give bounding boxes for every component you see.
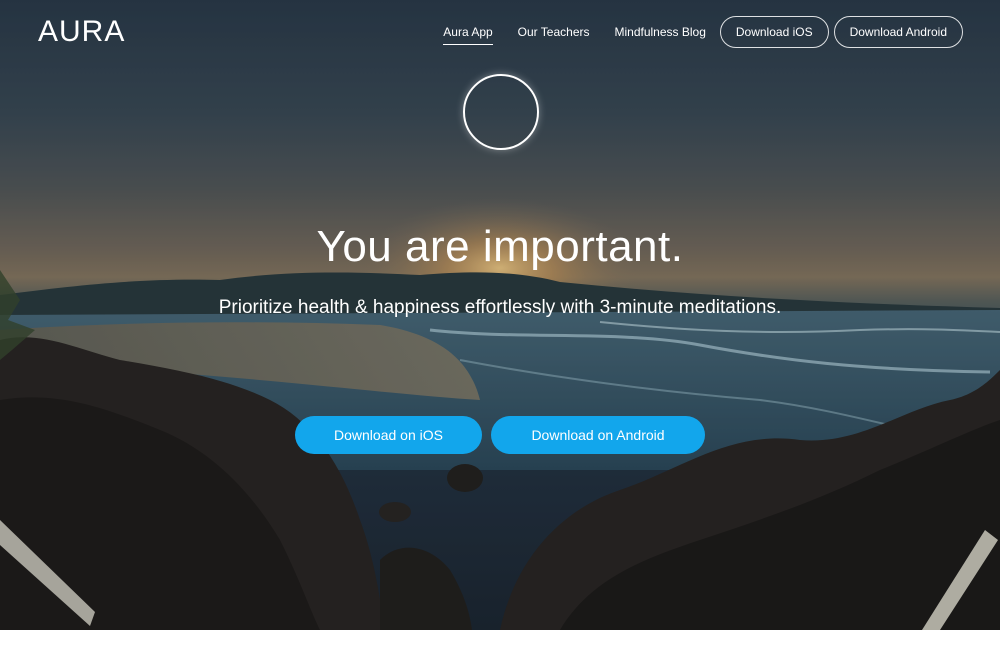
nav-link-mindfulness-blog[interactable]: Mindfulness Blog [614, 21, 705, 43]
download-android-cta-button[interactable]: Download on Android [491, 416, 705, 454]
circle-outline-icon [463, 74, 539, 150]
nav-link-our-teachers[interactable]: Our Teachers [518, 21, 590, 43]
hero-section: AURA Aura App Our Teachers Mindfulness B… [0, 0, 1000, 630]
hero-headline: You are important. [316, 222, 684, 271]
aura-logo[interactable]: AURA [38, 15, 125, 49]
main-nav: Aura App Our Teachers Mindfulness Blog D… [418, 16, 963, 48]
nav-download-android-button[interactable]: Download Android [833, 16, 963, 48]
download-ios-cta-button[interactable]: Download on iOS [295, 416, 482, 454]
nav-link-aura-app[interactable]: Aura App [443, 21, 494, 45]
page-footer-band [0, 630, 1000, 671]
hero-subheadline: Prioritize health & happiness effortless… [218, 297, 782, 318]
nav-download-ios-button[interactable]: Download iOS [719, 16, 829, 48]
